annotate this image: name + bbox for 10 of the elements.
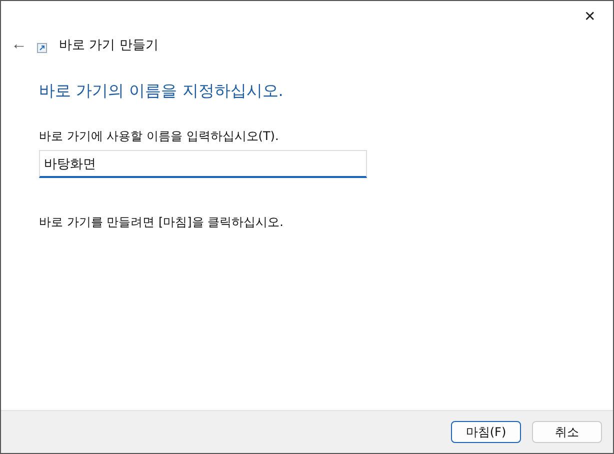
shortcut-icon: [37, 43, 47, 53]
cancel-button[interactable]: 취소: [532, 421, 602, 443]
page-heading: 바로 가기의 이름을 지정하십시오.: [39, 81, 284, 102]
instruction-text: 바로 가기를 만들려면 [마침]을 클릭하십시오.: [39, 214, 284, 231]
name-input-field[interactable]: 바탕화면: [39, 150, 367, 178]
back-button[interactable]: ←: [7, 36, 31, 54]
finish-button[interactable]: 마침(F): [451, 421, 521, 443]
wizard-title: 바로 가기 만들기: [59, 37, 158, 54]
field-label: 바로 가기에 사용할 이름을 입력하십시오(T).: [39, 128, 280, 145]
close-button[interactable]: ✕: [567, 1, 613, 31]
